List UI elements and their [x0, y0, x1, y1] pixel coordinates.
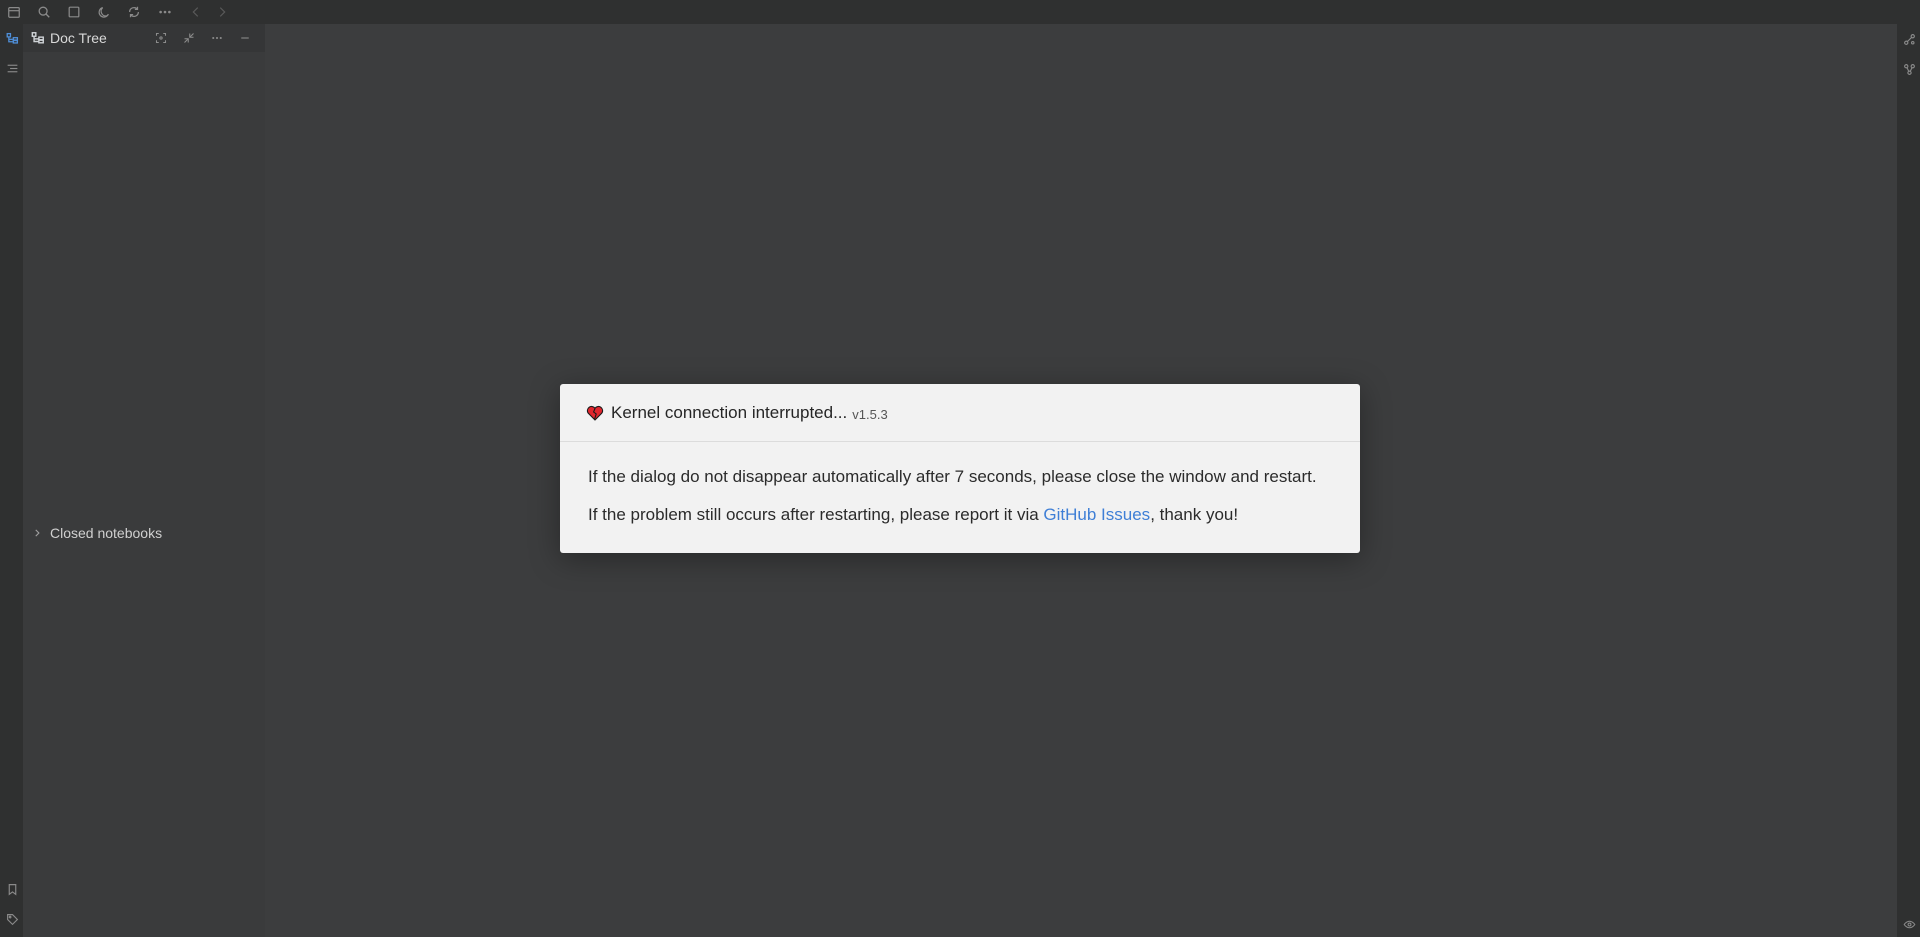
- dialog-message-line2: If the problem still occurs after restar…: [588, 504, 1332, 526]
- dialog-overlay: Kernel connection interrupted... v1.5.3 …: [0, 0, 1920, 937]
- github-issues-link[interactable]: GitHub Issues: [1043, 505, 1150, 524]
- dialog-header: Kernel connection interrupted... v1.5.3: [560, 384, 1360, 442]
- kernel-interrupted-dialog: Kernel connection interrupted... v1.5.3 …: [560, 384, 1360, 553]
- broken-heart-icon: [586, 404, 604, 422]
- dialog-title: Kernel connection interrupted...: [611, 402, 848, 422]
- app-window: Doc Tree Closed notebooks Kernel connect…: [0, 0, 1920, 937]
- line2-prefix: If the problem still occurs after restar…: [588, 505, 1044, 524]
- dialog-message-line1: If the dialog do not disappear automatic…: [588, 467, 1317, 486]
- line2-suffix: , thank you!: [1150, 505, 1239, 524]
- dialog-body: If the dialog do not disappear automatic…: [560, 442, 1360, 526]
- version-label: v1.5.3: [852, 406, 888, 422]
